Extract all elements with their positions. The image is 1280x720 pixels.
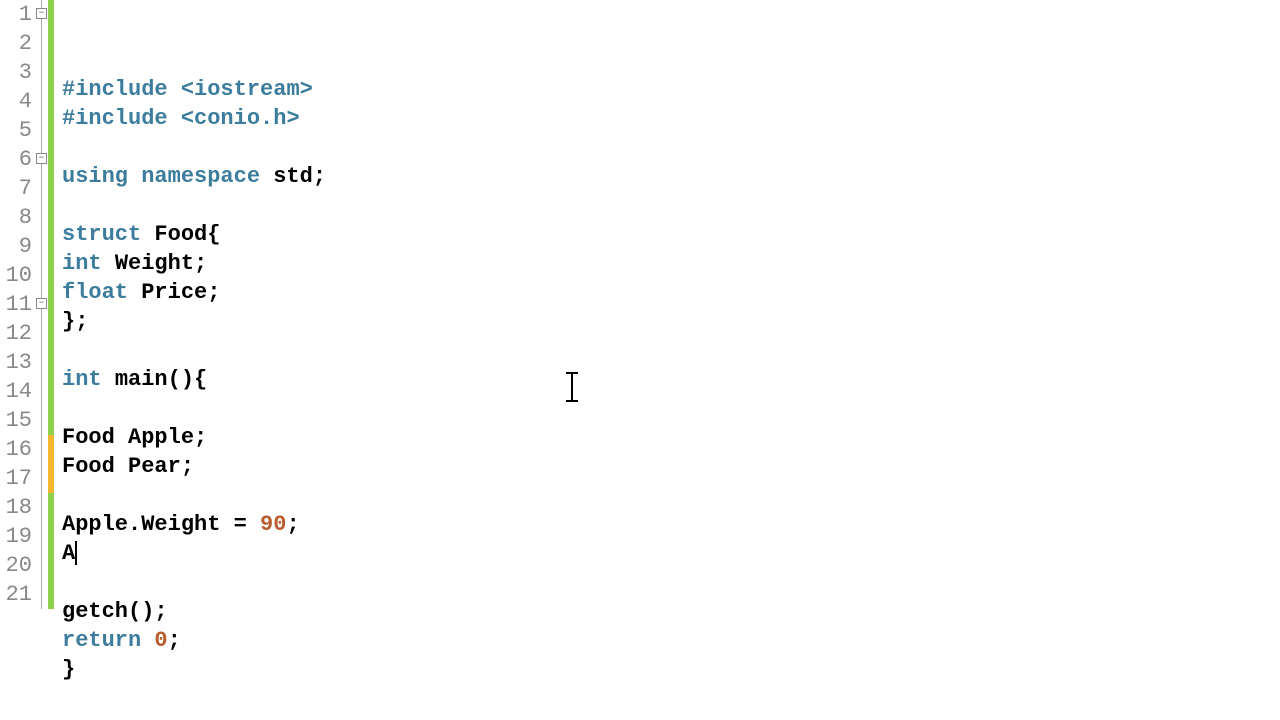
code-line[interactable]: Food Pear; [62,452,1280,481]
code-line[interactable] [62,191,1280,220]
line-number: 7 [0,174,32,203]
line-number: 5 [0,116,32,145]
line-number: 19 [0,522,32,551]
code-line[interactable]: }; [62,307,1280,336]
line-number: 3 [0,58,32,87]
line-number: 20 [0,551,32,580]
code-line[interactable]: A [62,539,1280,568]
fold-guide [36,348,48,377]
code-area[interactable]: #include <iostream>#include <conio.h> usi… [54,0,1280,720]
line-number: 4 [0,87,32,116]
fold-column[interactable]: − − − [36,0,48,720]
code-editor[interactable]: 123456789101112131415161718192021 −−− #i… [0,0,1280,720]
code-line[interactable]: int main(){ [62,365,1280,394]
line-number: 17 [0,464,32,493]
line-number-gutter: 123456789101112131415161718192021 [0,0,36,720]
minus-icon[interactable]: − [36,298,47,309]
code-line[interactable] [62,394,1280,423]
line-number: 21 [0,580,32,609]
code-line[interactable]: struct Food{ [62,220,1280,249]
fold-guide [36,522,48,551]
code-line[interactable] [62,336,1280,365]
line-number: 2 [0,29,32,58]
code-line[interactable]: } [62,655,1280,684]
fold-guide [36,319,48,348]
fold-guide [36,435,48,464]
code-line[interactable]: #include <conio.h> [62,104,1280,133]
line-number: 11 [0,290,32,319]
code-line[interactable] [62,133,1280,162]
line-number: 16 [0,435,32,464]
minus-icon[interactable]: − [36,8,47,19]
line-number: 9 [0,232,32,261]
line-number: 14 [0,377,32,406]
fold-guide [36,203,48,232]
fold-toggle[interactable]: − [36,145,48,174]
code-line[interactable] [62,481,1280,510]
code-line[interactable]: getch(); [62,597,1280,626]
code-line[interactable]: using namespace std; [62,162,1280,191]
fold-guide [36,261,48,290]
fold-guide [36,464,48,493]
code-line[interactable]: Food Apple; [62,423,1280,452]
line-number: 12 [0,319,32,348]
line-number: 10 [0,261,32,290]
text-cursor-ibeam-icon [562,372,582,402]
code-line[interactable]: return 0; [62,626,1280,655]
fold-guide [36,232,48,261]
fold-guide [36,406,48,435]
line-number: 13 [0,348,32,377]
line-number: 15 [0,406,32,435]
fold-guide [36,377,48,406]
fold-guide [36,551,48,580]
line-number: 1 [0,0,32,29]
fold-toggle[interactable]: − [36,290,48,319]
code-line[interactable]: float Price; [62,278,1280,307]
fold-guide [36,493,48,522]
fold-guide [36,174,48,203]
minus-icon[interactable]: − [36,153,47,164]
code-line[interactable] [62,568,1280,597]
line-number: 18 [0,493,32,522]
code-line[interactable]: #include <iostream> [62,75,1280,104]
code-line[interactable]: Apple.Weight = 90; [62,510,1280,539]
fold-guide [36,116,48,145]
line-number: 6 [0,145,32,174]
fold-guide [36,87,48,116]
fold-guide [36,58,48,87]
fold-toggle[interactable]: − [36,0,48,29]
code-line[interactable]: int Weight; [62,249,1280,278]
fold-guide [36,580,48,609]
line-number: 8 [0,203,32,232]
fold-guide [36,29,48,58]
text-caret [75,541,77,565]
